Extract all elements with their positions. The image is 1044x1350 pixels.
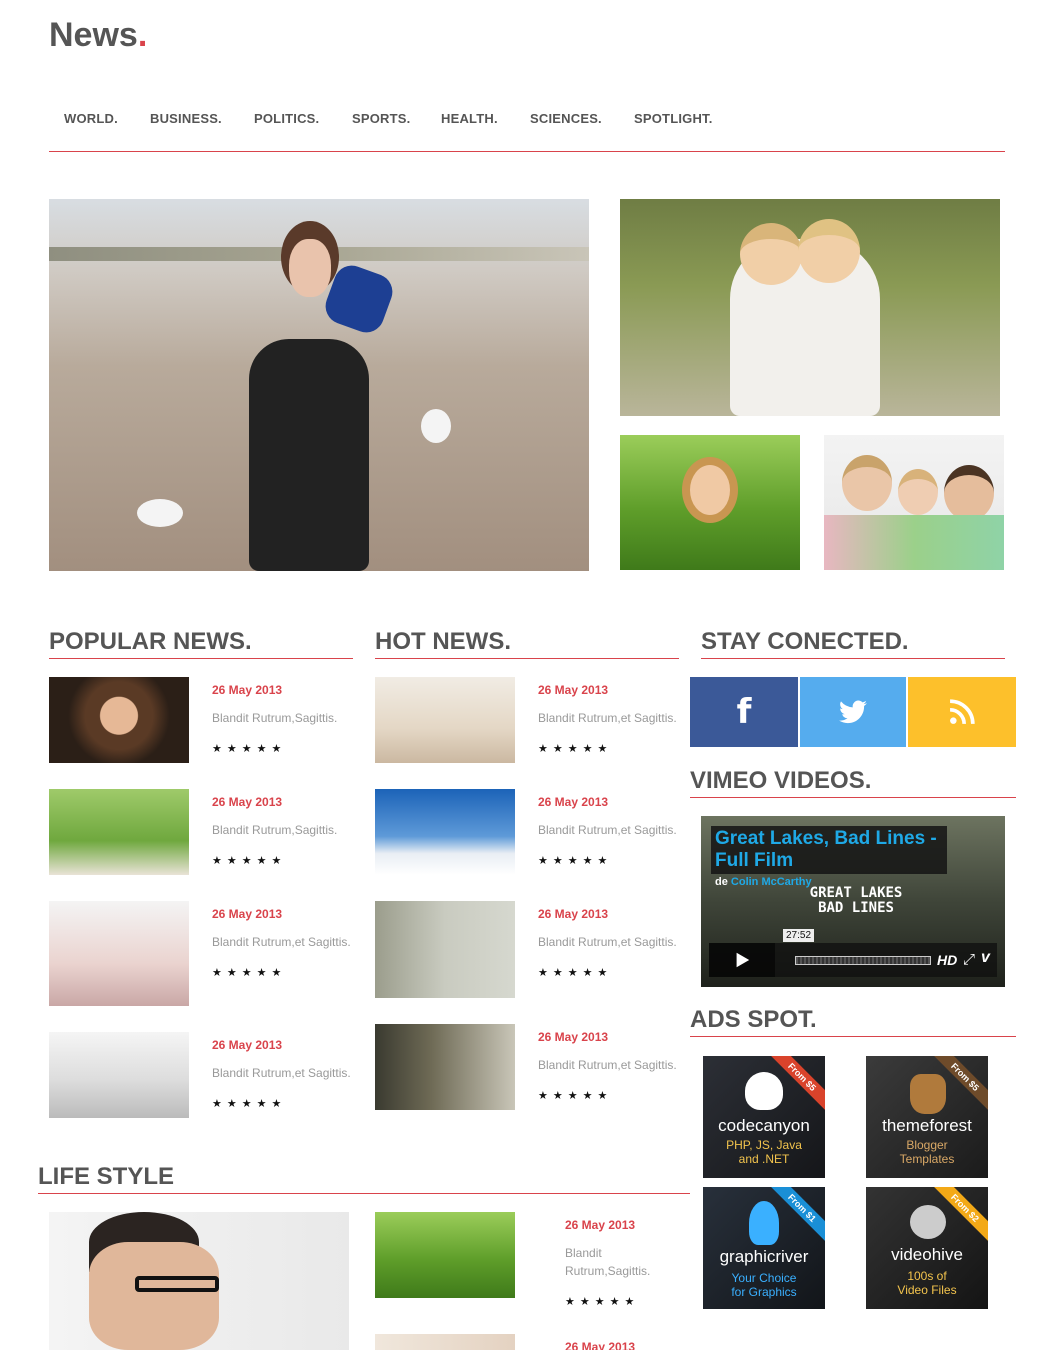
ad-subtitle: for Graphics — [731, 1285, 797, 1299]
ad-brand: themeforest — [882, 1116, 972, 1135]
hot-news-rating: ★★★★★ — [538, 743, 613, 755]
ad-brand: videohive — [891, 1245, 963, 1264]
nav-spotlight[interactable]: SPOTLIGHT. — [634, 111, 713, 126]
video-title[interactable]: Great Lakes, Bad Lines - Full Film — [711, 826, 947, 874]
nav-health[interactable]: HEALTH. — [441, 111, 498, 126]
featured-main-image[interactable] — [49, 199, 589, 571]
popular-news-desc[interactable]: Blandit Rutrum,et Sagittis. — [212, 1064, 351, 1082]
rss-button[interactable] — [908, 677, 1016, 747]
hot-news-desc[interactable]: Blandit Rutrum,et Sagittis. — [538, 933, 677, 951]
ad-subtitle: Your Choice — [731, 1271, 797, 1285]
nav-world[interactable]: WORLD. — [64, 111, 118, 126]
videohive-logo-icon — [910, 1205, 946, 1239]
lifestyle-date: 26 May 2013 — [565, 1340, 636, 1350]
hot-news-desc[interactable]: Blandit Rutrum,et Sagittis. — [538, 1056, 677, 1074]
nav-sciences[interactable]: SCIENCES. — [530, 111, 602, 126]
ad-subtitle: Video Files — [897, 1283, 957, 1297]
hot-news-rating: ★★★★★ — [538, 1090, 613, 1102]
lifestyle-rating: ★★★★★ — [565, 1296, 640, 1308]
hot-news-date: 26 May 2013 — [538, 683, 609, 697]
facebook-button[interactable]: f — [690, 677, 798, 747]
ad-brand: codecanyon — [718, 1116, 810, 1135]
popular-news-desc[interactable]: Blandit Rutrum,et Sagittis. — [212, 933, 351, 951]
twitter-button[interactable] — [800, 677, 906, 747]
popular-news-rating: ★★★★★ — [212, 1098, 287, 1110]
life-style-title: LIFE STYLE — [38, 1163, 690, 1194]
main-nav: WORLD. BUSINESS. POLITICS. SPORTS. HEALT… — [49, 100, 1005, 152]
video-author-link[interactable]: Colin McCarthy — [731, 876, 812, 888]
nav-sports[interactable]: SPORTS. — [352, 111, 410, 126]
popular-news-date: 26 May 2013 — [212, 907, 283, 921]
hot-news-date: 26 May 2013 — [538, 1030, 609, 1044]
hot-news-thumb-1[interactable] — [375, 677, 515, 763]
popular-news-thumb-3[interactable] — [49, 901, 189, 1006]
hot-news-date: 26 May 2013 — [538, 907, 609, 921]
lifestyle-desc[interactable]: Blandit — [565, 1244, 602, 1262]
lifestyle-desc[interactable]: Rutrum,Sagittis. — [565, 1262, 650, 1280]
hot-news-thumb-2[interactable] — [375, 789, 515, 875]
hot-news-thumb-3[interactable] — [375, 901, 515, 998]
ad-subtitle: Blogger — [906, 1138, 948, 1152]
popular-news-desc[interactable]: Blandit Rutrum,Sagittis. — [212, 709, 337, 727]
vimeo-logo-icon[interactable]: v — [981, 949, 990, 967]
featured-image-woman-grass[interactable] — [620, 435, 800, 570]
popular-news-desc[interactable]: Blandit Rutrum,Sagittis. — [212, 821, 337, 839]
featured-image-kids[interactable] — [620, 199, 1000, 416]
popular-news-rating: ★★★★★ — [212, 855, 287, 867]
ads-spot-title: ADS SPOT. — [690, 1006, 1016, 1037]
hot-news-rating: ★★★★★ — [538, 967, 613, 979]
ad-brand: graphicriver — [719, 1247, 809, 1266]
lifestyle-thumb-1[interactable] — [375, 1212, 515, 1298]
ad-graphicriver[interactable]: From $1 graphicriver Your Choice for Gra… — [703, 1187, 825, 1309]
fullscreen-icon[interactable]: ⤢ — [963, 951, 975, 968]
nav-politics[interactable]: POLITICS. — [254, 111, 319, 126]
popular-news-thumb-4[interactable] — [49, 1032, 189, 1118]
popular-news-title: POPULAR NEWS. — [49, 628, 353, 659]
play-button[interactable] — [709, 943, 775, 977]
popular-news-date: 26 May 2013 — [212, 683, 283, 697]
ad-subtitle: 100s of — [907, 1269, 947, 1283]
popular-news-rating: ★★★★★ — [212, 743, 287, 755]
stay-connected-title: STAY CONECTED. — [701, 628, 1005, 659]
featured-image-family[interactable] — [824, 435, 1004, 570]
hot-news-thumb-4[interactable] — [375, 1024, 515, 1110]
play-icon — [736, 952, 750, 968]
ad-subtitle: and .NET — [738, 1152, 790, 1166]
video-duration: 27:52 — [783, 929, 815, 942]
popular-news-date: 26 May 2013 — [212, 795, 283, 809]
graphicriver-logo-icon — [749, 1201, 779, 1245]
ad-videohive[interactable]: From $2 videohive 100s of Video Files — [866, 1187, 988, 1309]
site-logo[interactable]: News. — [49, 16, 147, 55]
lifestyle-thumb-2[interactable] — [375, 1334, 515, 1350]
popular-news-thumb-2[interactable] — [49, 789, 189, 875]
video-overlay-text: GREAT LAKES BAD LINES — [809, 885, 903, 916]
video-byline: de Colin McCarthy — [715, 876, 812, 888]
hot-news-desc[interactable]: Blandit Rutrum,et Sagittis. — [538, 821, 677, 839]
codecanyon-logo-icon — [745, 1072, 783, 1110]
vimeo-videos-title: VIMEO VIDEOS. — [690, 767, 1016, 798]
vimeo-video-player[interactable]: Great Lakes, Bad Lines - Full Film de Co… — [701, 816, 1005, 987]
hot-news-title: HOT NEWS. — [375, 628, 679, 659]
lifestyle-date: 26 May 2013 — [565, 1218, 636, 1232]
ad-subtitle: PHP, JS, Java — [726, 1138, 802, 1152]
ad-subtitle: Templates — [899, 1152, 955, 1166]
lifestyle-main-image[interactable] — [49, 1212, 349, 1350]
video-progress-bar[interactable] — [795, 956, 931, 965]
hot-news-rating: ★★★★★ — [538, 855, 613, 867]
facebook-icon: f — [736, 692, 752, 732]
video-controls: 27:52 HD ⤢ v — [709, 929, 997, 977]
ad-themeforest[interactable]: From $5 themeforest Blogger Templates — [866, 1056, 988, 1178]
popular-news-rating: ★★★★★ — [212, 967, 287, 979]
twitter-icon — [839, 700, 867, 724]
themeforest-logo-icon — [910, 1074, 946, 1114]
hot-news-date: 26 May 2013 — [538, 795, 609, 809]
nav-business[interactable]: BUSINESS. — [150, 111, 222, 126]
popular-news-thumb-1[interactable] — [49, 677, 189, 763]
popular-news-date: 26 May 2013 — [212, 1038, 283, 1052]
hot-news-desc[interactable]: Blandit Rutrum,et Sagittis. — [538, 709, 677, 727]
rss-icon — [949, 699, 975, 725]
hd-button[interactable]: HD — [937, 952, 957, 968]
ad-codecanyon[interactable]: From $5 codecanyon PHP, JS, Java and .NE… — [703, 1056, 825, 1178]
